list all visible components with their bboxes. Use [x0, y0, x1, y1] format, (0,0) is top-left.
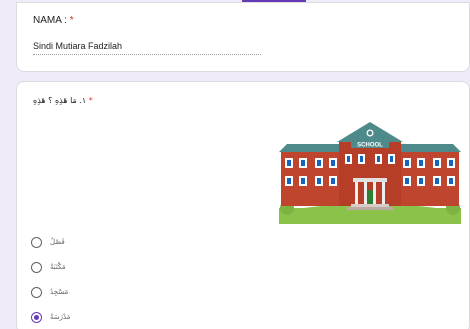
radio-button[interactable] — [31, 236, 42, 248]
name-answer-field[interactable]: Sindi Mutiara Fadzilah — [33, 41, 261, 55]
required-mark: * — [88, 96, 93, 105]
option-label: مَدْرَسَةٌ — [50, 313, 71, 321]
radio-button-checked[interactable] — [31, 311, 42, 323]
school-sign-text: SCHOOL — [357, 143, 383, 149]
option-madrasatun[interactable]: مَدْرَسَةٌ — [31, 311, 70, 323]
name-field-label: NAMA : * — [33, 15, 74, 26]
option-masjidun[interactable]: مَسْجِدٌ — [31, 286, 70, 298]
question-card: * ١. مَا هَذِهِ ؟ هَذِهِ SCHOOL فَصْلٌ م… — [16, 81, 470, 329]
question-title: * ١. مَا هَذِهِ ؟ هَذِهِ — [33, 96, 93, 105]
radio-button[interactable] — [31, 286, 42, 298]
option-label: مَسْجِدٌ — [50, 288, 69, 296]
name-label-text: NAMA : — [33, 15, 70, 26]
option-fashlun[interactable]: فَصْلٌ — [31, 236, 70, 248]
radio-button[interactable] — [31, 261, 42, 273]
name-question-card: NAMA : * Sindi Mutiara Fadzilah — [16, 2, 470, 72]
option-maktabatun[interactable]: مَكْتَبَةٌ — [31, 261, 70, 273]
school-building-image: SCHOOL — [279, 122, 461, 224]
option-label: مَكْتَبَةٌ — [50, 263, 66, 271]
required-mark: * — [69, 15, 74, 26]
option-label: فَصْلٌ — [50, 238, 65, 246]
radio-dot — [34, 314, 39, 320]
answer-options: فَصْلٌ مَكْتَبَةٌ مَسْجِدٌ مَدْرَسَةٌ — [31, 236, 70, 329]
question-text: ١. مَا هَذِهِ ؟ هَذِهِ — [33, 96, 87, 105]
